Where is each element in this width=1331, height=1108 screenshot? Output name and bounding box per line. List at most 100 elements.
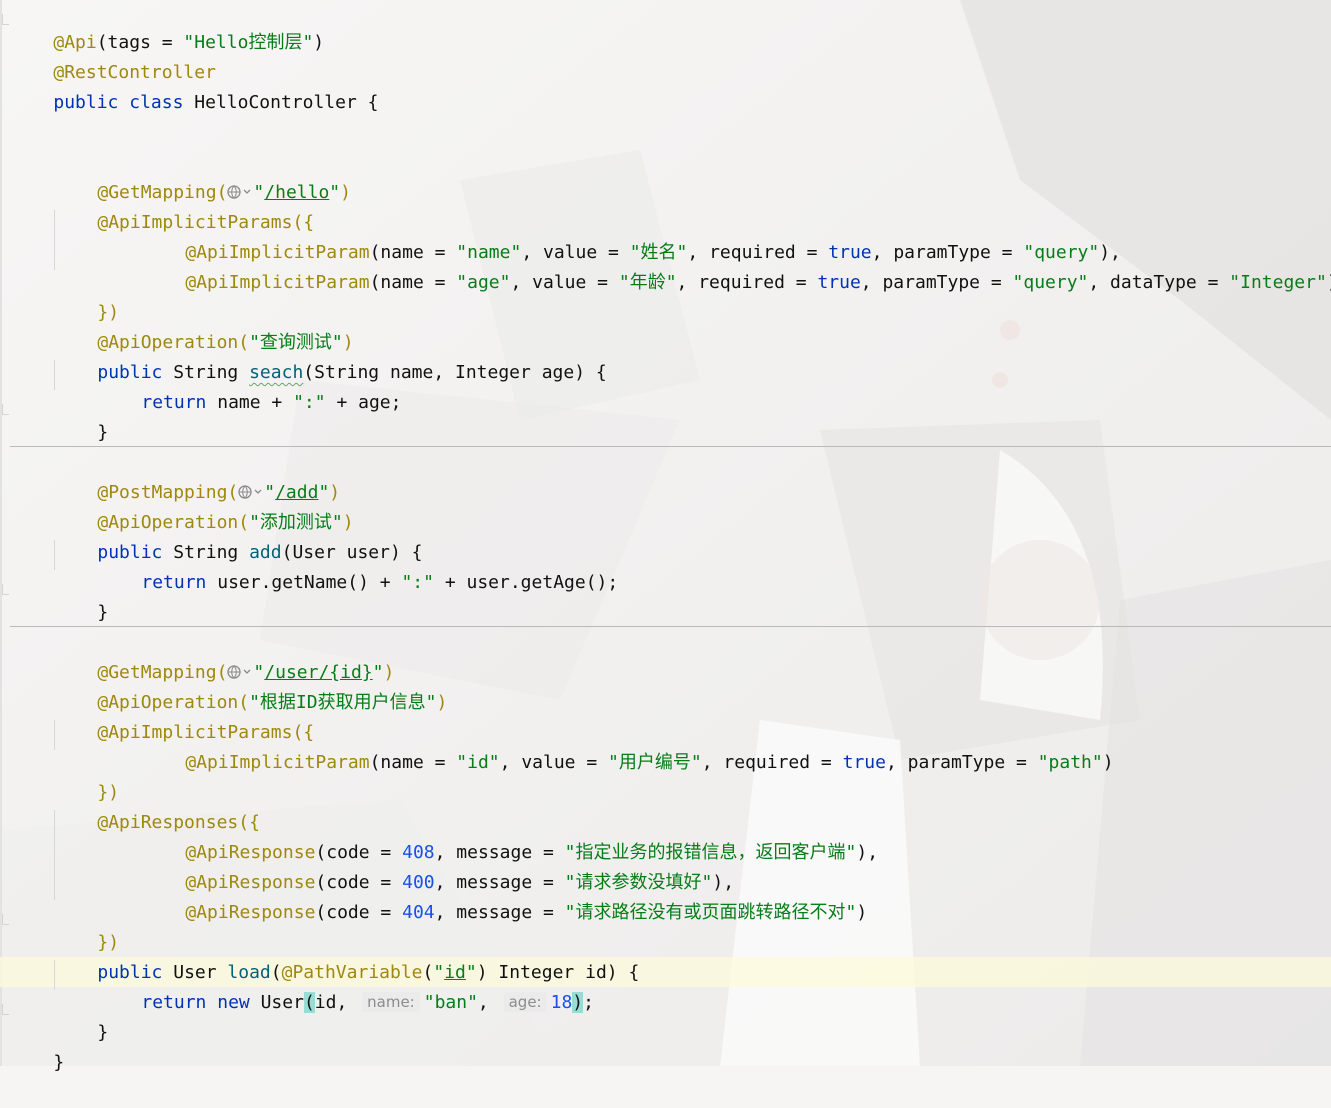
number-literal: 18 bbox=[550, 992, 573, 1013]
code-line[interactable]: }) bbox=[54, 748, 119, 803]
code-line[interactable]: return new User(id, name: "ban", age: 18); bbox=[98, 958, 594, 1013]
code-line[interactable]: @RestController bbox=[10, 28, 216, 83]
string-literal: "ban" bbox=[423, 992, 478, 1013]
code-line[interactable]: @GetMapping("/user/{id}") bbox=[54, 628, 394, 683]
string-literal: "id" bbox=[456, 752, 500, 773]
code-text: ) bbox=[436, 692, 448, 713]
code-line[interactable]: } bbox=[54, 988, 108, 1043]
code-text: , paramType = bbox=[885, 752, 1038, 773]
class-name: HelloController bbox=[194, 92, 357, 113]
annotation: @ApiImplicitParam bbox=[185, 752, 370, 773]
code-text: } bbox=[97, 602, 109, 623]
string-literal: "请求路径没有或页面跳转路径不对" bbox=[564, 902, 857, 923]
string-literal: ":" bbox=[293, 392, 326, 413]
fold-marker-icon[interactable] bbox=[2, 914, 9, 925]
editor-gutter bbox=[0, 0, 2, 1066]
code-text: ; bbox=[583, 992, 594, 1013]
code-line[interactable]: return name + ":" + age; bbox=[98, 358, 401, 413]
code-text: ) bbox=[856, 902, 868, 923]
code-line[interactable]: } bbox=[54, 568, 108, 623]
code-line[interactable]: @ApiOperation("根据ID获取用户信息") bbox=[54, 658, 447, 713]
code-line[interactable]: } bbox=[54, 388, 108, 443]
code-line[interactable]: @Api(tags = "Hello控制层") bbox=[10, 0, 324, 53]
code-text: (code = bbox=[315, 902, 403, 923]
string-literal: "age" bbox=[456, 272, 511, 293]
fold-marker-icon[interactable] bbox=[2, 14, 9, 25]
string-literal: "query" bbox=[1012, 272, 1089, 293]
string-literal: "用户编号" bbox=[608, 752, 702, 773]
code-text: , required = bbox=[676, 272, 818, 293]
code-line[interactable]: } bbox=[10, 1018, 64, 1073]
code-text: , dataType = bbox=[1088, 272, 1230, 293]
annotation: @ApiResponse bbox=[185, 902, 316, 923]
string-literal: " bbox=[329, 182, 341, 203]
keyword: public bbox=[53, 92, 119, 113]
code-text: + user.getAge(); bbox=[433, 572, 619, 593]
code-line[interactable]: @ApiOperation("查询测试") bbox=[54, 298, 353, 353]
fold-marker-icon[interactable] bbox=[2, 584, 9, 595]
code-text: ) bbox=[1102, 752, 1114, 773]
keyword: return bbox=[141, 992, 207, 1013]
string-literal: "path" bbox=[1037, 752, 1103, 773]
code-text: ) bbox=[313, 32, 325, 53]
code-line[interactable]: public String seach(String name, Integer… bbox=[54, 328, 606, 383]
keyword: true bbox=[842, 752, 886, 773]
code-text: , message = bbox=[434, 902, 565, 923]
fold-marker-icon[interactable] bbox=[2, 404, 9, 415]
code-line[interactable]: @ApiResponse(code = 404, message = "请求路径… bbox=[142, 868, 867, 923]
parameter-hint: age: bbox=[503, 992, 547, 1012]
method-separator bbox=[10, 626, 1331, 627]
code-line[interactable]: @ApiImplicitParam(name = "age", value = … bbox=[142, 238, 1331, 293]
code-line[interactable]: return user.getName() + ":" + user.getAg… bbox=[98, 538, 618, 593]
brace-match-highlight: ) bbox=[572, 992, 584, 1013]
keyword: class bbox=[129, 92, 184, 113]
code-line[interactable]: @ApiResponse(code = 400, message = "请求参数… bbox=[142, 838, 734, 893]
code-text: } bbox=[97, 422, 109, 443]
code-text: + age; bbox=[325, 392, 402, 413]
annotation: @ApiImplicitParam bbox=[185, 272, 370, 293]
code-line[interactable]: @PostMapping("/add") bbox=[54, 448, 340, 503]
method-separator bbox=[10, 446, 1331, 447]
code-text: (name = bbox=[369, 752, 457, 773]
code-text: (name = bbox=[369, 272, 457, 293]
number-literal: 404 bbox=[402, 902, 435, 923]
string-literal: "年龄" bbox=[618, 272, 677, 293]
code-line[interactable]: @ApiImplicitParams({ bbox=[54, 178, 314, 233]
code-line[interactable]: @ApiImplicitParam(name = "name", value =… bbox=[142, 208, 1121, 263]
string-literal: ":" bbox=[401, 572, 434, 593]
code-text: { bbox=[356, 92, 379, 113]
code-text: } bbox=[97, 1022, 109, 1043]
code-line[interactable]: @ApiImplicitParam(name = "id", value = "… bbox=[142, 718, 1113, 773]
code-line[interactable]: public String add(User user) { bbox=[54, 508, 422, 563]
code-line[interactable]: @ApiImplicitParams({ bbox=[54, 688, 314, 743]
code-editor[interactable]: @Api(tags = "Hello控制层") @RestController … bbox=[0, 0, 1331, 1073]
code-text: user.getName() + bbox=[206, 572, 402, 593]
keyword: return bbox=[141, 572, 207, 593]
parameter-hint: name: bbox=[362, 992, 420, 1012]
code-text: ), bbox=[856, 842, 879, 863]
code-line[interactable]: @ApiResponse(code = 408, message = "指定业务… bbox=[142, 808, 878, 863]
code-line[interactable]: @GetMapping("/hello") bbox=[54, 148, 351, 203]
code-text: , bbox=[477, 992, 500, 1013]
code-text: , value = bbox=[499, 752, 609, 773]
code-line[interactable]: }) bbox=[54, 268, 119, 323]
keyword: return bbox=[141, 392, 207, 413]
code-text: , value = bbox=[510, 272, 619, 293]
fold-marker-icon[interactable] bbox=[2, 1004, 9, 1015]
code-line[interactable]: @ApiOperation("添加测试") bbox=[54, 478, 353, 533]
brace-match-highlight: ( bbox=[303, 992, 315, 1013]
code-line[interactable]: public User load(@PathVariable("id") Int… bbox=[54, 928, 639, 983]
code-line[interactable]: }) bbox=[54, 898, 119, 953]
keyword: true bbox=[817, 272, 861, 293]
code-text: id, bbox=[314, 992, 359, 1013]
code-text: ) bbox=[1327, 272, 1331, 293]
code-text: ) bbox=[340, 182, 351, 203]
code-text: name + bbox=[206, 392, 294, 413]
code-text: , required = bbox=[701, 752, 843, 773]
code-line[interactable]: public class HelloController { bbox=[10, 58, 378, 113]
code-line[interactable]: @ApiResponses({ bbox=[54, 778, 260, 833]
code-text: , paramType = bbox=[860, 272, 1013, 293]
keyword: new bbox=[217, 992, 250, 1013]
code-text: User bbox=[249, 992, 304, 1013]
code-text: } bbox=[53, 1052, 65, 1073]
